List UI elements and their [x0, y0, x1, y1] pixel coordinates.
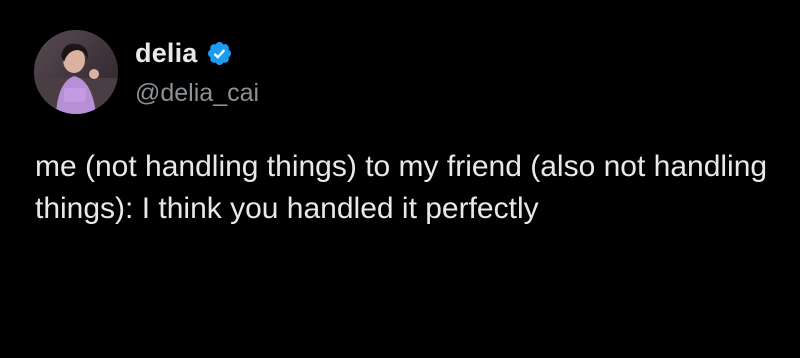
tweet-header: delia @delia_cai [34, 30, 259, 114]
author-names: delia @delia_cai [135, 37, 259, 108]
verified-badge-icon [206, 40, 233, 67]
name-row: delia [135, 37, 259, 71]
tweet-card: delia @delia_cai me (not handling things… [0, 0, 800, 358]
display-name[interactable]: delia [135, 38, 198, 69]
author-handle[interactable]: @delia_cai [135, 79, 259, 108]
avatar-photo [34, 30, 118, 114]
avatar[interactable] [34, 30, 118, 114]
tweet-text: me (not handling things) to my friend (a… [35, 150, 768, 225]
